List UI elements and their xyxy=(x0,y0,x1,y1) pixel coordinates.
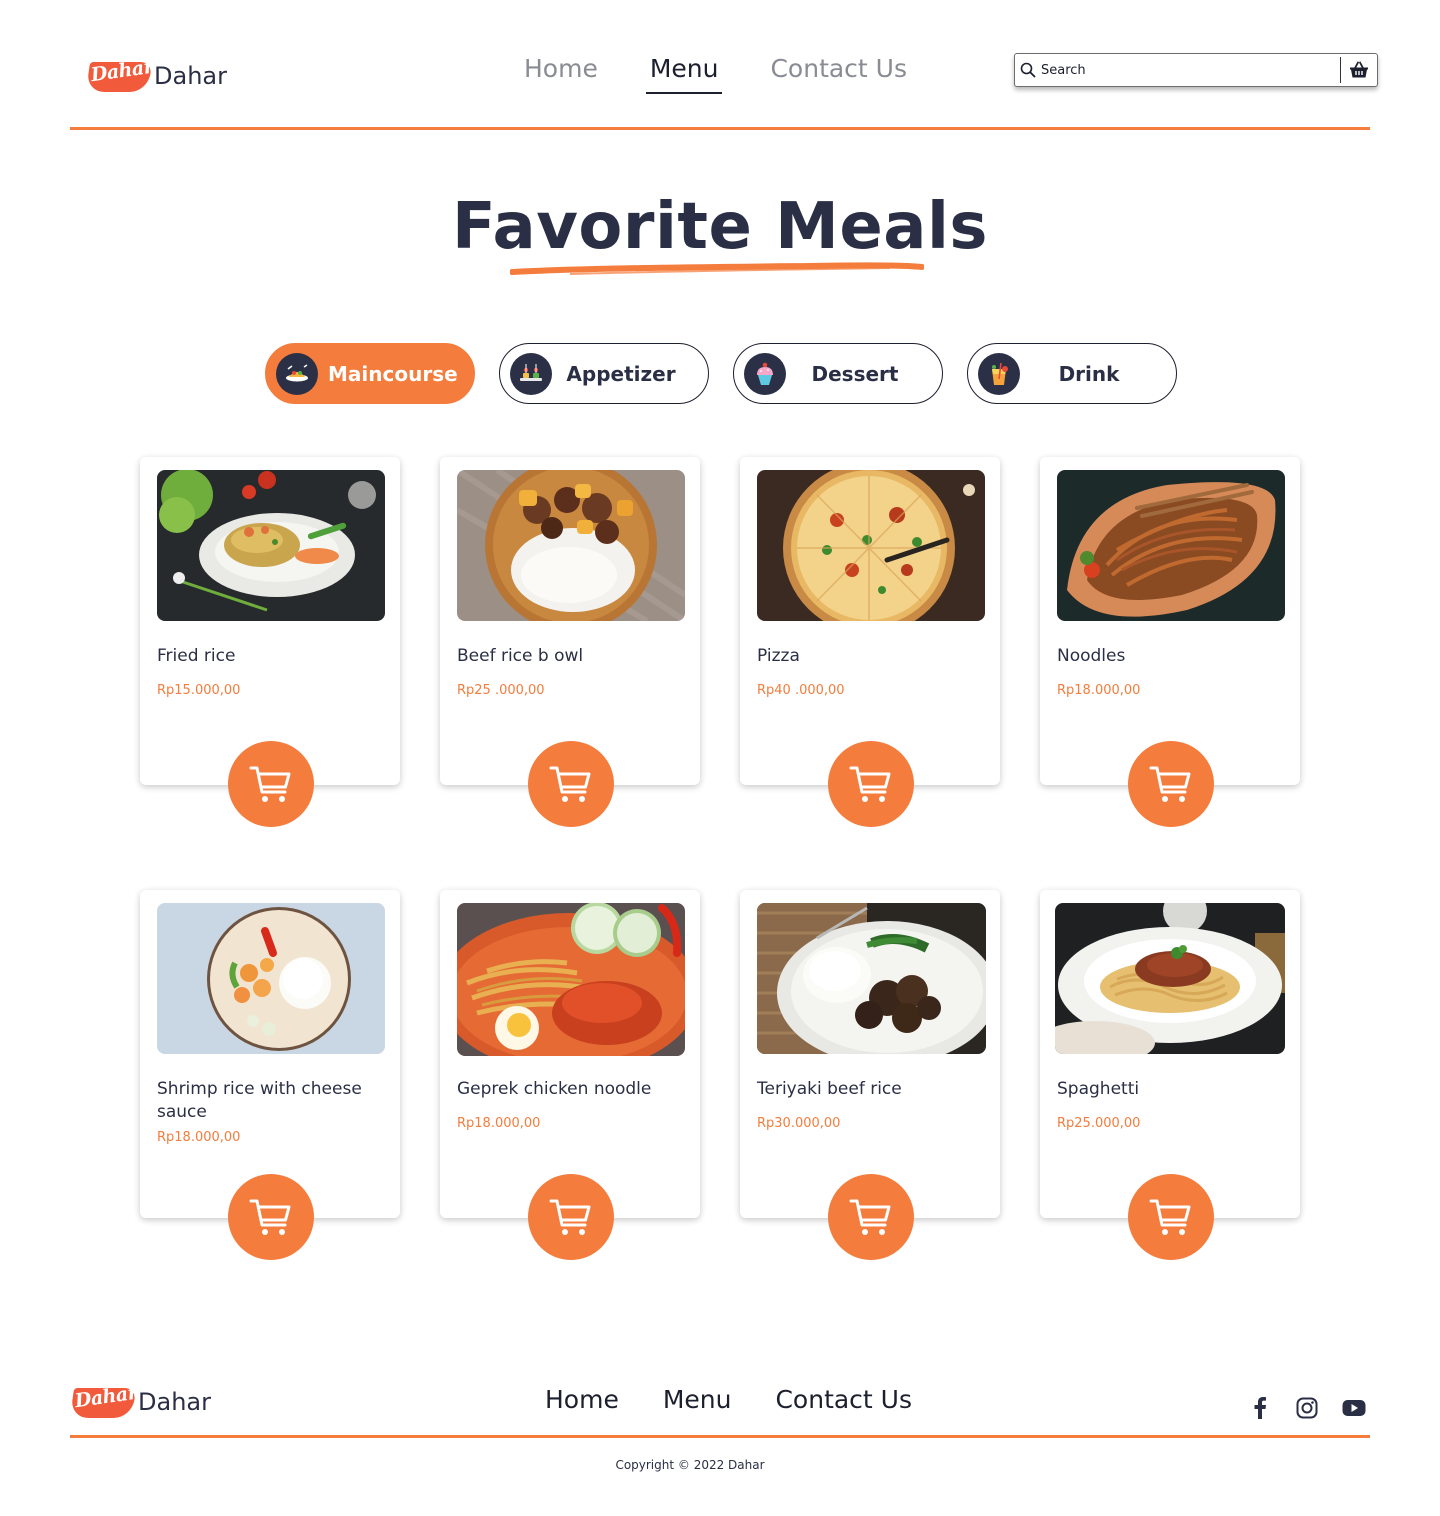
header-divider xyxy=(70,127,1370,130)
pizza-image[interactable] xyxy=(757,470,985,621)
item-name: Teriyaki beef rice xyxy=(757,1079,902,1099)
add-to-cart-button[interactable] xyxy=(528,741,614,827)
main-nav: Home Menu Contact Us xyxy=(520,52,911,94)
spaghetti-image[interactable] xyxy=(1055,903,1285,1054)
item-price: Rp18.000,00 xyxy=(1057,683,1141,698)
item-name: Geprek chicken noodle xyxy=(457,1079,652,1099)
footer-nav: Home Menu Contact Us xyxy=(545,1385,912,1414)
add-to-cart-button[interactable] xyxy=(228,741,314,827)
basket-icon[interactable] xyxy=(1341,54,1377,86)
fried-rice-image[interactable] xyxy=(157,470,385,621)
item-price: Rp40 .000,00 xyxy=(757,683,845,698)
search-icon[interactable] xyxy=(1015,54,1041,86)
tab-label: Drink xyxy=(1058,361,1120,386)
cart-icon xyxy=(1149,766,1191,802)
tab-label: Appetizer xyxy=(566,361,676,386)
item-name: Beef rice b owl xyxy=(457,646,584,666)
tab-label: Maincourse xyxy=(328,361,458,386)
menu-card-beef-rice-bowl: Beef rice b owl Rp25 .000,00 xyxy=(440,457,700,827)
cart-icon xyxy=(249,766,291,802)
item-name: Shrimp rice with cheese sauce xyxy=(157,1079,362,1122)
menu-grid: Fried rice Rp15.000,00 Beef rice b owl R… xyxy=(140,457,1300,1262)
nav-menu[interactable]: Menu xyxy=(645,52,723,94)
cart-icon xyxy=(849,1199,891,1235)
cart-icon xyxy=(549,1199,591,1235)
menu-card-geprek-chicken-noodle: Geprek chicken noodle Rp18.000,00 xyxy=(440,890,700,1260)
item-price: Rp15.000,00 xyxy=(157,683,241,698)
logo-bowl-icon: Dahar xyxy=(69,1382,138,1420)
add-to-cart-button[interactable] xyxy=(828,1174,914,1260)
social-links xyxy=(1248,1396,1366,1420)
tab-label: Dessert xyxy=(811,361,899,386)
brand-name: Dahar xyxy=(154,62,227,90)
item-name: Pizza xyxy=(757,646,800,666)
add-to-cart-button[interactable] xyxy=(528,1174,614,1260)
item-price: Rp18.000,00 xyxy=(157,1130,241,1145)
beef-rice-bowl-image[interactable] xyxy=(457,470,685,621)
menu-card-spaghetti: Spaghetti Rp25.000,00 xyxy=(1040,890,1300,1260)
youtube-icon[interactable] xyxy=(1342,1396,1366,1420)
item-name: Spaghetti xyxy=(1057,1079,1140,1099)
facebook-icon[interactable] xyxy=(1248,1396,1272,1420)
nav-home[interactable]: Home xyxy=(520,52,602,94)
dessert-icon xyxy=(744,352,786,395)
tab-dessert[interactable]: Dessert xyxy=(733,343,943,404)
footer-link-home[interactable]: Home xyxy=(545,1385,619,1414)
footer-brand-name: Dahar xyxy=(138,1388,211,1416)
tab-drink[interactable]: Drink xyxy=(967,343,1177,404)
item-name: Fried rice xyxy=(157,646,236,666)
item-price: Rp25 .000,00 xyxy=(457,683,545,698)
page-title: Favorite Meals xyxy=(452,190,988,264)
footer-link-menu[interactable]: Menu xyxy=(663,1385,732,1414)
cart-icon xyxy=(249,1199,291,1235)
cart-icon xyxy=(849,766,891,802)
footer-link-contact-us[interactable]: Contact Us xyxy=(775,1385,912,1414)
menu-card-teriyaki-beef-rice: Teriyaki beef rice Rp30.000,00 xyxy=(740,890,1000,1260)
drink-icon xyxy=(978,352,1020,395)
menu-card-shrimp-rice: Shrimp rice with cheese sauce Rp18.000,0… xyxy=(140,890,400,1260)
footer-divider xyxy=(70,1435,1370,1438)
menu-card-noodles: Noodles Rp18.000,00 xyxy=(1040,457,1300,827)
cart-icon xyxy=(1149,1199,1191,1235)
logo-bowl-icon: Dahar xyxy=(85,56,154,94)
footer-brand-logo[interactable]: Dahar Dahar xyxy=(69,1382,211,1420)
add-to-cart-button[interactable] xyxy=(1128,741,1214,827)
search-bar xyxy=(1014,53,1378,87)
add-to-cart-button[interactable] xyxy=(228,1174,314,1260)
add-to-cart-button[interactable] xyxy=(828,741,914,827)
instagram-icon[interactable] xyxy=(1295,1396,1319,1420)
item-price: Rp25.000,00 xyxy=(1057,1116,1141,1131)
item-price: Rp18.000,00 xyxy=(457,1116,541,1131)
teriyaki-beef-rice-image[interactable] xyxy=(757,903,986,1054)
cart-icon xyxy=(549,766,591,802)
menu-card-pizza: Pizza Rp40 .000,00 xyxy=(740,457,1000,827)
add-to-cart-button[interactable] xyxy=(1128,1174,1214,1260)
tab-appetizer[interactable]: Appetizer xyxy=(499,343,709,404)
appetizer-icon xyxy=(510,352,552,395)
item-name: Noodles xyxy=(1057,646,1126,666)
brand-logo[interactable]: Dahar Dahar xyxy=(85,56,227,94)
geprek-chicken-noodle-image[interactable] xyxy=(457,903,685,1056)
shrimp-rice-image[interactable] xyxy=(157,903,385,1054)
noodles-image[interactable] xyxy=(1057,470,1285,621)
nav-contact-us[interactable]: Contact Us xyxy=(766,52,911,94)
menu-card-fried-rice: Fried rice Rp15.000,00 xyxy=(140,457,400,827)
maincourse-icon xyxy=(276,352,318,395)
copyright-text: Copyright © 2022 Dahar xyxy=(615,1458,765,1472)
category-tabs: Maincourse Appetizer Dessert Drink xyxy=(265,343,1177,404)
search-input[interactable] xyxy=(1041,62,1340,78)
item-price: Rp30.000,00 xyxy=(757,1116,841,1131)
tab-maincourse[interactable]: Maincourse xyxy=(265,343,475,404)
title-underline-brush xyxy=(510,262,924,275)
